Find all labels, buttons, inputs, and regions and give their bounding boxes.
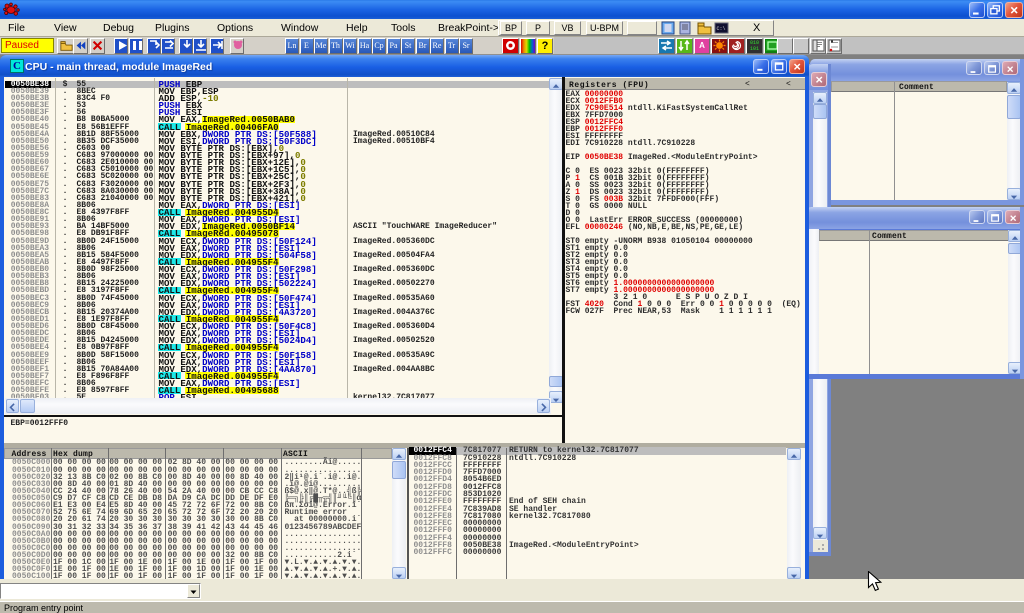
svg-text:C:\: C:\ <box>717 26 726 32</box>
